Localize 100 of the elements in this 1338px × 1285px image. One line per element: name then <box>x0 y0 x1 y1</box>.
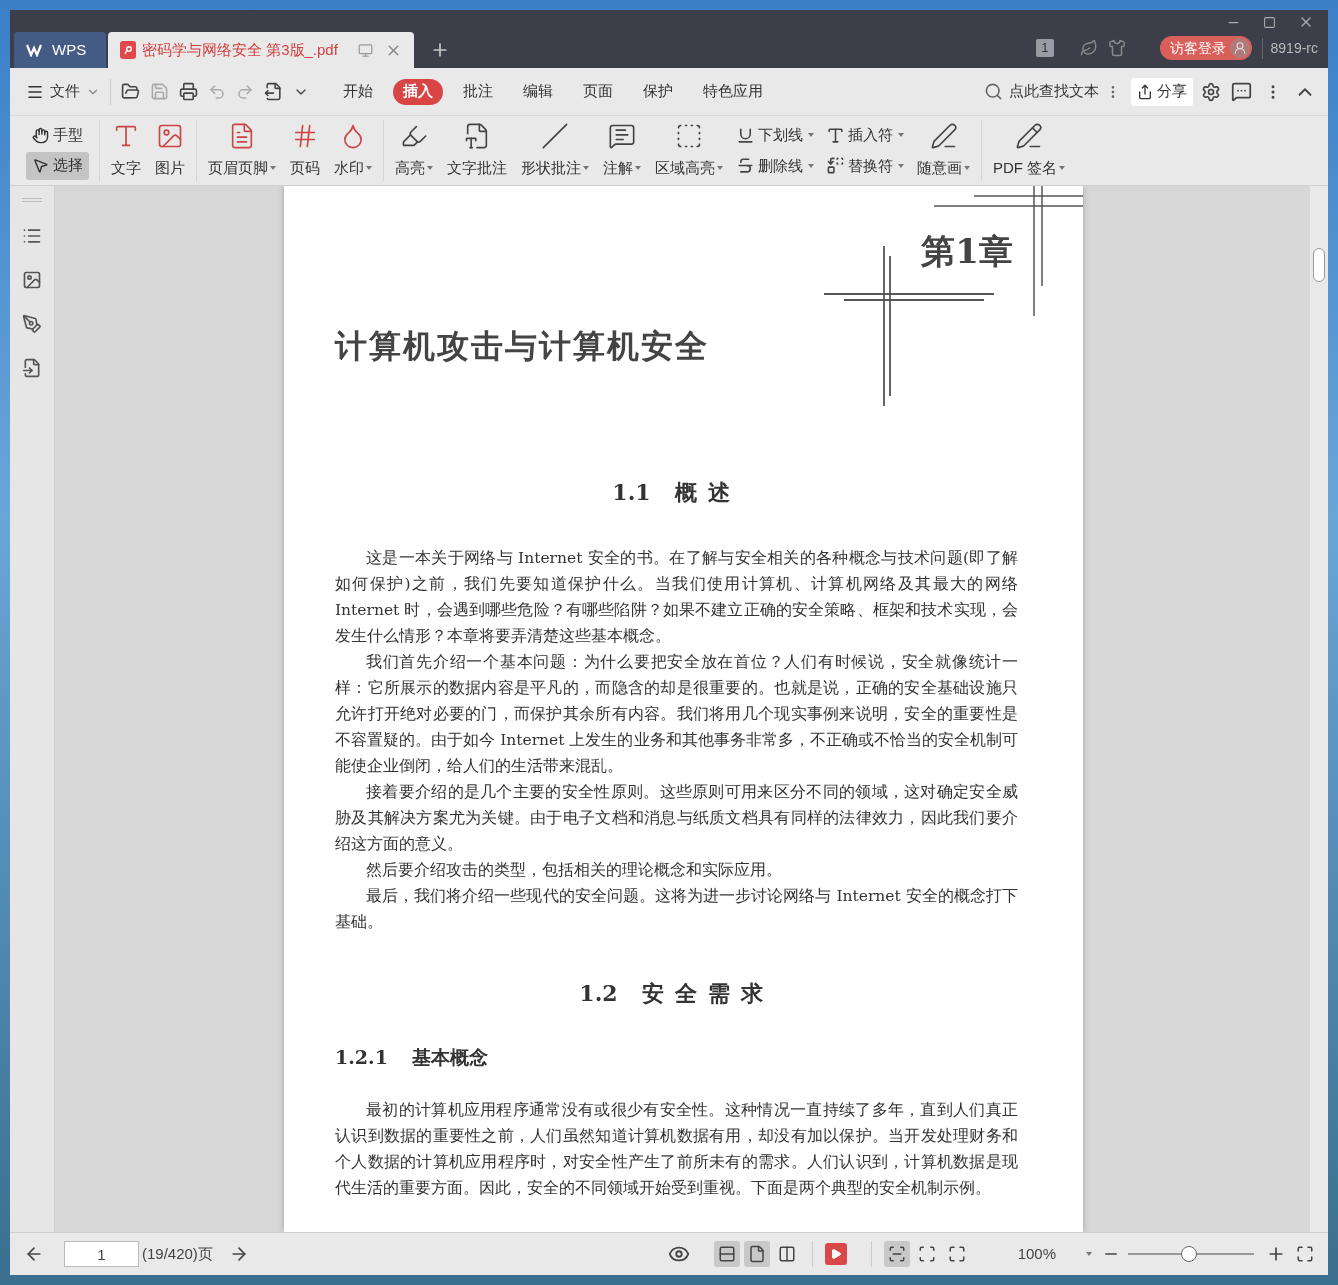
ribbon-button[interactable]: 图片 <box>150 120 190 181</box>
file-menu[interactable]: 文件 <box>26 80 100 103</box>
search-field[interactable]: 点此查找文本 <box>984 80 1105 103</box>
menu-tab[interactable]: 插入 <box>393 78 443 105</box>
tab-label: 密码学与网络安全 第3版_.pdf <box>142 39 338 60</box>
body-paragraph: 然后要介绍攻击的类型，包括相关的理论概念和实际应用。 <box>365 860 783 881</box>
login-button[interactable]: 访客登录 <box>1159 36 1252 60</box>
image-icon[interactable] <box>22 270 42 290</box>
convert-file-icon[interactable] <box>22 358 42 378</box>
user-name[interactable]: 8919-rc <box>1261 37 1318 59</box>
pointer-icon <box>32 157 49 174</box>
two-columns-icon <box>777 1245 796 1263</box>
ribbon-button[interactable]: 区域高亮 <box>650 120 728 181</box>
menu-tab[interactable]: 开始 <box>333 78 383 105</box>
section-title: 安全需求 <box>641 979 774 1008</box>
section-number: 1.2 <box>579 979 618 1008</box>
print-icon[interactable] <box>179 82 198 101</box>
subsection-number: 1.2.1 <box>335 1045 388 1070</box>
maximize-icon[interactable] <box>1263 15 1276 29</box>
avatar-icon <box>1229 38 1250 58</box>
dropdown-caret-icon <box>808 133 814 138</box>
leaf-icon[interactable] <box>1079 39 1098 57</box>
pen-nib-icon[interactable] <box>22 314 42 334</box>
menu-tab[interactable]: 保护 <box>633 78 683 105</box>
ribbon-button[interactable]: 形状批注 <box>516 120 594 181</box>
ribbon-button[interactable]: 文字批注 <box>442 120 512 181</box>
ribbon-button[interactable]: 页码 <box>285 120 325 181</box>
strikethrough-icon <box>736 156 755 176</box>
expand-icon <box>947 1245 966 1263</box>
scan-line-icon <box>887 1245 906 1263</box>
mode-tool-button[interactable]: 选择 <box>26 151 89 180</box>
chapter-title: 计算机攻击与计算机安全 <box>335 326 710 366</box>
share-icon <box>1137 83 1153 100</box>
page-count-badge[interactable]: 1 <box>1036 39 1054 57</box>
fullscreen-icon[interactable] <box>1296 1245 1314 1263</box>
slash-icon <box>541 122 569 150</box>
play-icon[interactable] <box>824 1243 847 1265</box>
dropdown-caret-icon <box>427 165 433 170</box>
comment-icon <box>608 122 636 150</box>
dropdown-caret-icon <box>898 133 904 138</box>
dropdown-caret-icon <box>270 165 276 170</box>
zoom-slider-thumb[interactable] <box>1180 1246 1197 1262</box>
scrollbar-thumb[interactable] <box>1313 248 1325 282</box>
underline-icon <box>736 125 755 145</box>
ribbon-button[interactable]: 删除线 <box>736 154 814 177</box>
subsection-title: 基本概念 <box>411 1045 488 1070</box>
dropdown-caret-icon <box>808 163 814 168</box>
drag-handle-icon <box>22 198 42 202</box>
page-number-field[interactable]: 1 <box>64 1241 139 1267</box>
chat-icon[interactable] <box>1231 81 1252 102</box>
ribbon-button[interactable]: 插入符 <box>826 124 904 147</box>
dropdown-caret-icon <box>964 165 970 170</box>
ribbon-button[interactable]: 水印 <box>329 120 377 181</box>
insert-mark-icon <box>826 125 845 145</box>
body-paragraph: 这是一本关于网络与 Internet 安全的书。在了解与安全相关的各种概念与技术问题(即了解如何保护)之前，我们先要知道保护什么。当我们使用计算机、计算机网络及其最大的网络 Internet 时，会遇到哪些危险？有哪些陷阱？如果不建立正确的安全策略、框架和技术实现，会发生什么情形？本章将要弄清楚这些基本概念。 <box>335 548 1018 647</box>
dropdown-caret-icon <box>717 165 723 170</box>
signature-pen-icon <box>1015 122 1044 150</box>
menu-tab[interactable]: 页面 <box>573 78 623 105</box>
outline-icon[interactable] <box>22 226 42 246</box>
dropdown-caret-icon <box>635 165 641 170</box>
pdf-file-icon <box>120 41 136 59</box>
view-mode-button[interactable] <box>743 1241 770 1267</box>
body-paragraph: 接着要介绍的是几个主要的安全性原则。这些原则可用来区分不同的领域，这对确定安全威胁及其解决方案尤为关键。由于电子文档和消息与纸质文档具有同样的法律效力，因此我们要介绍这方面的意义。 <box>335 782 1018 855</box>
menu-tab[interactable]: 编辑 <box>513 78 563 105</box>
ribbon-button[interactable]: 文字 <box>106 120 146 181</box>
tab[interactable]: 密码学与网络安全 第3版_.pdf <box>108 32 414 68</box>
share-button[interactable]: 分享 <box>1131 77 1193 106</box>
mode-tool-button[interactable]: 手型 <box>26 121 89 150</box>
ribbon-button[interactable]: 下划线 <box>736 124 814 147</box>
scan-frame-icon <box>917 1245 936 1263</box>
image-icon <box>156 122 184 150</box>
page-icon <box>747 1245 766 1263</box>
dashed-area-icon <box>675 122 703 150</box>
fit-mode-button[interactable] <box>883 1241 910 1267</box>
hand-icon <box>32 127 49 144</box>
two-rows-icon <box>717 1245 736 1263</box>
search-icon <box>984 82 1003 101</box>
ribbon-button[interactable]: 随意画 <box>912 120 975 181</box>
ribbon-button[interactable]: 高亮 <box>390 120 438 181</box>
body-paragraph: 我们首先介绍一个基本问题：为什么要把安全放在首位？人们有时候说，安全就像统计一样：它所展示的数据内容是平凡的，而隐含的却是很重要的。也就是说，正确的安全基础设施只允许打开绝对必要的门，而保护其余所有内容。我们将用几个现实事例来说明，安全的重要性是不容置疑的。由于如今 Internet 上发生的业务和其他事务非常多，不正确或不恰当的安全机制可能使企业倒闭，给人们的生活带来混乱。 <box>335 652 1018 777</box>
zoom-level[interactable]: 100% <box>1017 1242 1056 1266</box>
dropdown-caret-icon <box>583 165 589 170</box>
ribbon-button[interactable]: 注解 <box>598 120 646 181</box>
menu-tab[interactable]: 特色应用 <box>693 78 773 105</box>
ribbon-button[interactable]: PDF 签名 <box>988 120 1071 181</box>
settings-icon[interactable] <box>1201 81 1221 102</box>
ribbon-button[interactable]: 页眉页脚 <box>203 120 281 181</box>
body-paragraph: 最初的计算机应用程序通常没有或很少有安全性。这种情况一直持续了多年，直到人们真正认识到数据的重要性之前，人们虽然知道计算机数据有用，却没有加以保护。当开发处理财务和个人数据的计算机应用程序时，对安全性产生了前所未有的需求。人们认识到，计算机数据是现代生活的重要方面。因此，安全的不同领域开始受到重视。下面是两个典型的安全机制示例。 <box>335 1100 1018 1199</box>
tab[interactable]: WPS <box>14 32 106 68</box>
view-mode-button[interactable] <box>713 1241 740 1267</box>
dropdown-caret-icon <box>1086 1252 1092 1256</box>
section-title: 概述 <box>674 478 741 507</box>
pen-icon <box>929 122 958 150</box>
shirt-icon[interactable] <box>1107 39 1126 57</box>
ribbon-button[interactable]: 替换符 <box>826 154 904 177</box>
scrollbar[interactable] <box>1310 186 1328 1232</box>
menu-tab[interactable]: 批注 <box>453 78 503 105</box>
export-icon[interactable] <box>264 82 283 101</box>
chapter-label: 第1章 <box>921 231 1013 271</box>
open-folder-icon[interactable] <box>121 82 140 101</box>
